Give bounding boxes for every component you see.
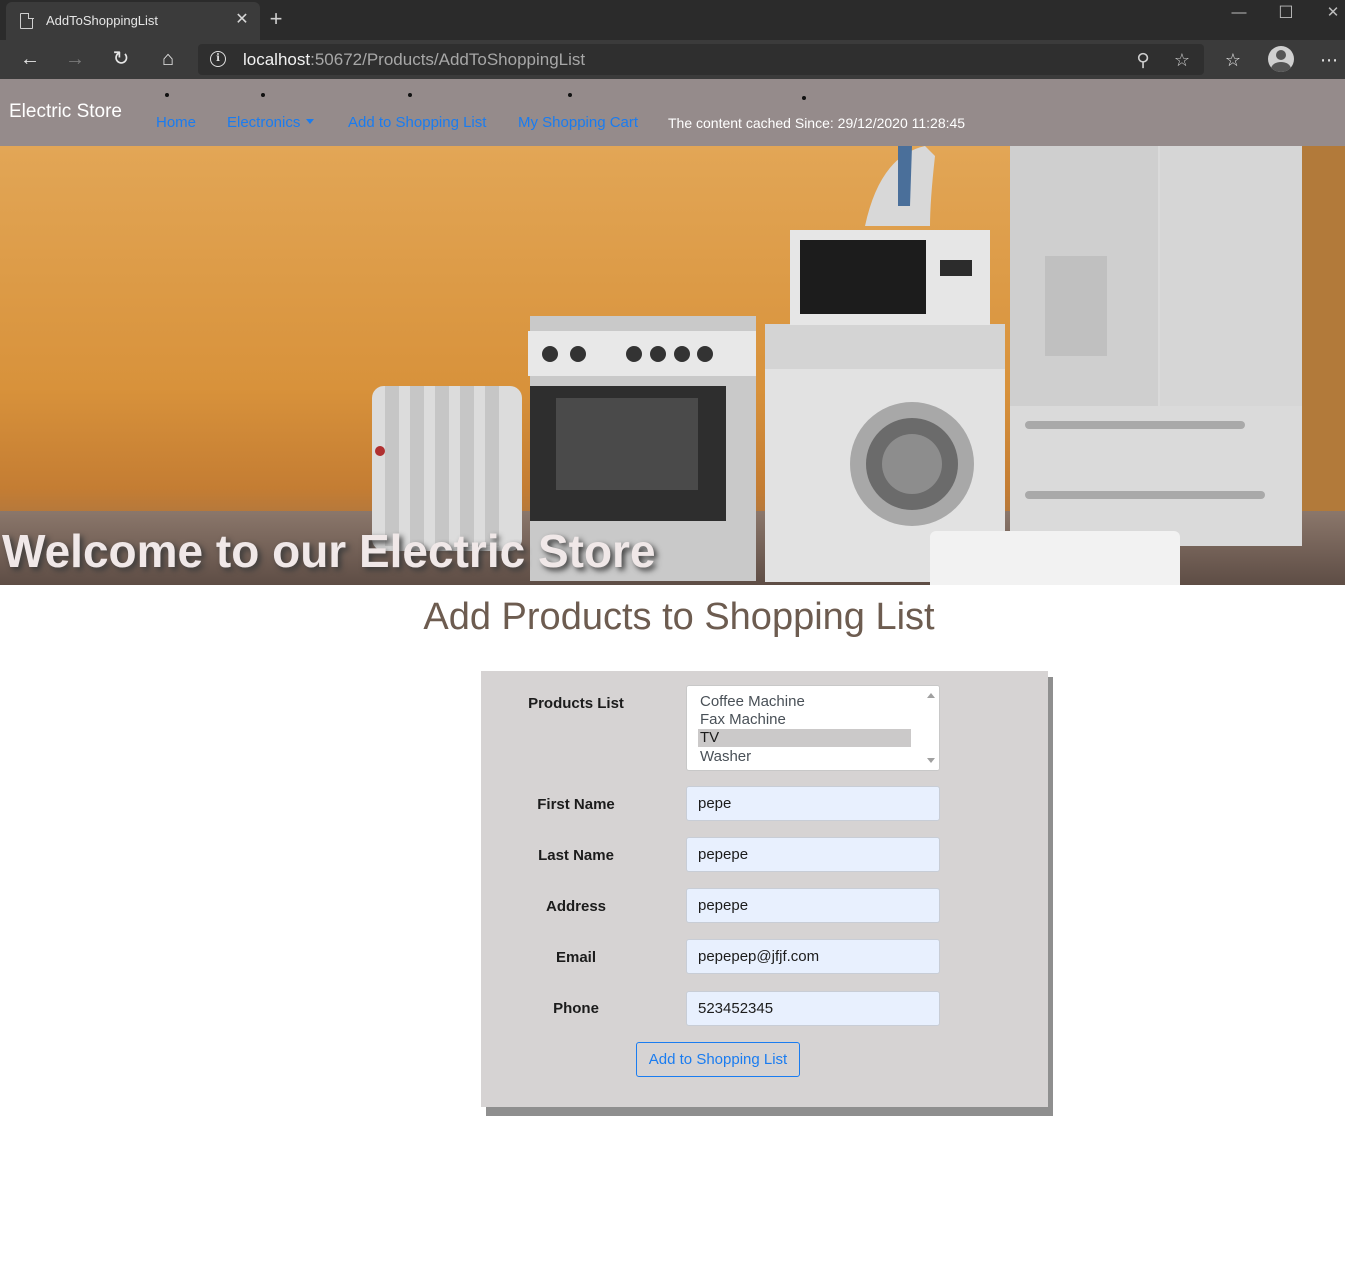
scroll-down-arrow-icon[interactable]	[927, 758, 935, 763]
back-icon[interactable]: ←	[16, 46, 44, 74]
browser-tab[interactable]: AddToShoppingList ✕	[6, 2, 260, 40]
favorites-list-icon[interactable]: ☆	[1219, 46, 1247, 74]
address-field[interactable]	[686, 888, 940, 923]
address-label: Address	[545, 898, 607, 915]
list-bullet	[408, 93, 412, 97]
close-window-icon[interactable]: ✕	[1310, 2, 1345, 28]
first-name-label: First Name	[537, 796, 615, 813]
address-bar[interactable]: i localhost:50672/Products/AddToShopping…	[198, 44, 1204, 75]
profile-avatar-icon[interactable]	[1268, 46, 1294, 72]
nav-link-home[interactable]: Home	[156, 114, 196, 131]
list-bullet	[568, 93, 572, 97]
product-option-selected[interactable]: TV	[698, 729, 911, 747]
air-conditioner-shape	[930, 531, 1180, 585]
list-bullet	[261, 93, 265, 97]
shopping-list-form: Products List Coffee Machine Fax Machine…	[481, 671, 1048, 1107]
hero-banner-image: Welcome to our Electric Store	[0, 146, 1345, 585]
scroll-up-arrow-icon[interactable]	[927, 693, 935, 698]
favorite-star-icon[interactable]: ☆	[1170, 48, 1194, 72]
minimize-icon[interactable]: —	[1216, 2, 1262, 28]
forward-icon[interactable]: →	[61, 46, 89, 74]
nav-dropdown-electronics[interactable]: Electronics	[227, 114, 315, 131]
maximize-icon[interactable]: ☐	[1263, 2, 1309, 28]
add-to-shopping-list-button[interactable]: Add to Shopping List	[636, 1042, 800, 1077]
product-option[interactable]: Fax Machine	[698, 711, 911, 729]
appliances-illustration	[372, 146, 1345, 585]
phone-field[interactable]	[686, 991, 940, 1026]
products-list-label: Products List	[528, 695, 624, 712]
page-title: Add Products to Shopping List	[423, 596, 935, 638]
close-tab-icon[interactable]: ✕	[232, 10, 252, 30]
nav-link-my-shopping-cart[interactable]: My Shopping Cart	[518, 114, 638, 131]
email-label: Email	[555, 949, 597, 966]
page-icon	[20, 12, 34, 29]
email-field[interactable]	[686, 939, 940, 974]
dropdown-caret-icon	[306, 119, 315, 124]
site-navbar: Electric Store Home Electronics Add to S…	[0, 79, 1345, 146]
product-option[interactable]: Coffee Machine	[698, 693, 911, 711]
url-text[interactable]: localhost:50672/Products/AddToShoppingLi…	[243, 50, 585, 70]
cache-timestamp: The content cached Since: 29/12/2020 11:…	[668, 115, 966, 131]
iron-shape	[865, 146, 935, 226]
info-icon[interactable]: i	[210, 51, 226, 67]
list-bullet	[802, 96, 806, 100]
fridge-shape	[1010, 146, 1345, 546]
last-name-field[interactable]	[686, 837, 940, 872]
phone-label: Phone	[553, 1000, 599, 1017]
tab-title: AddToShoppingList	[46, 13, 159, 28]
listbox-scrollbar[interactable]	[923, 686, 939, 770]
home-icon[interactable]: ⌂	[154, 46, 182, 74]
browser-toolbar: ← → ↻ ⌂ i localhost:50672/Products/AddTo…	[0, 40, 1345, 79]
browser-tab-strip: AddToShoppingList ✕ + — ☐ ✕	[0, 0, 1345, 40]
first-name-field[interactable]	[686, 786, 940, 821]
list-bullet	[165, 93, 169, 97]
last-name-label: Last Name	[538, 847, 614, 864]
hero-heading: Welcome to our Electric Store	[2, 525, 656, 577]
zoom-icon[interactable]: ⚲	[1131, 48, 1155, 72]
products-listbox[interactable]: Coffee Machine Fax Machine TV Washer	[686, 685, 940, 771]
more-options-icon[interactable]: ⋯	[1315, 46, 1343, 74]
new-tab-icon[interactable]: +	[264, 8, 288, 32]
nav-link-add-to-shopping-list[interactable]: Add to Shopping List	[348, 114, 486, 131]
brand-link[interactable]: Electric Store	[9, 101, 122, 123]
refresh-icon[interactable]: ↻	[107, 46, 135, 74]
microwave-shape	[790, 230, 990, 325]
product-option[interactable]: Washer	[698, 748, 911, 766]
